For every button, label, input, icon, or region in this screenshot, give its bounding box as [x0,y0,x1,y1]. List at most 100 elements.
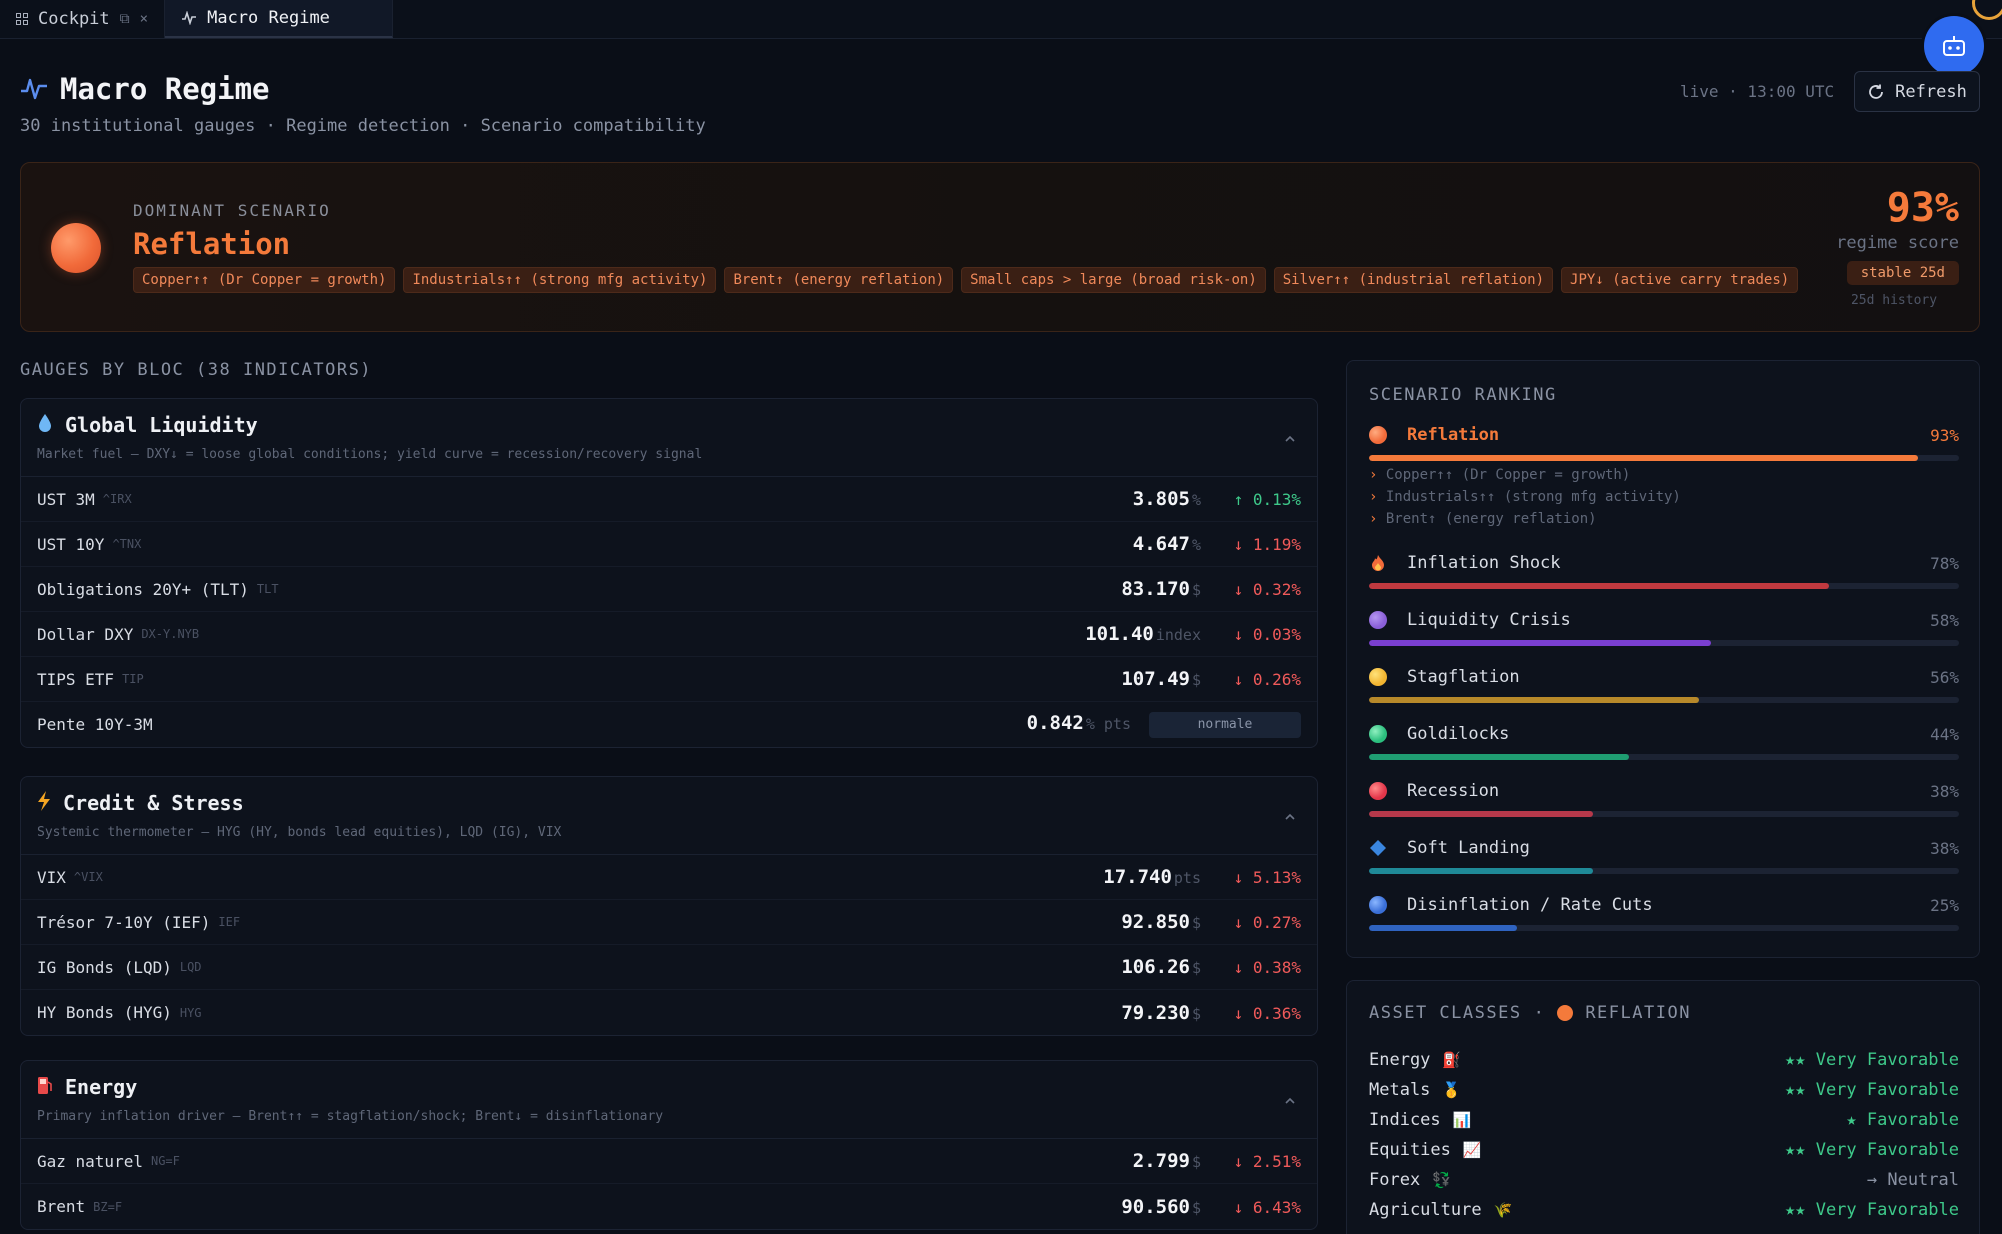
asset-classes-scenario: REFLATION [1585,1003,1691,1023]
pulse-icon [182,11,197,25]
dominant-label: DOMINANT SCENARIO [133,201,331,220]
gauge-ticker: NG=F [150,1154,180,1168]
scenario-item[interactable]: Disinflation / Rate Cuts 25% [1369,893,1959,931]
scenario-item[interactable]: Recession 38% [1369,779,1959,817]
gauge-row[interactable]: Gaz naturel NG=F 2.799 $ ↓ 2.51% [21,1139,1317,1184]
scenario-item[interactable]: Reflation 93% › Copper↑↑ (Dr Copper = grow… [1369,423,1959,527]
gauge-row[interactable]: UST 3M ^IRX 3.805% ↑ 0.13% [21,477,1317,522]
gauge-ticker: ^TNX [112,537,142,551]
gauge-row[interactable]: UST 10Y ^TNX 4.647% ↓ 1.19% [21,522,1317,567]
bloc-header[interactable]: Energy Primary inflation driver — Brent↑↑… [21,1061,1317,1139]
history-label: 25d history [1850,293,1938,308]
gauge-row[interactable]: TIPS ETF TIP 107.49 $ ↓ 0.26% [21,657,1317,702]
gauge-row[interactable]: Pente 10Y-3M 0.842% pts normale [21,702,1317,747]
tab-bar: Cockpit ⧉ × Macro Regime [0,0,2002,39]
asset-class-icon: 💱 [1432,1171,1451,1189]
scenario-ranking-panel: SCENARIO RANKING Reflation 93% › Copper↑↑ … [1346,360,1980,958]
bloc-title: Credit & Stress [63,791,244,815]
bloc-title-row: Credit & Stress [37,791,1301,815]
asset-class-rating: ★★ Very Favorable [1785,1200,1959,1220]
gauge-ticker: ^IRX [102,492,132,506]
chevron-up-icon[interactable] [1283,431,1297,445]
scenario-name: Recession [1407,781,1500,801]
gauge-change: ↑ 0.13% [1233,490,1301,509]
bloc-header[interactable]: Credit & Stress Systemic thermometer — HY… [21,777,1317,855]
asset-class-row[interactable]: Equities 📈 ★★ Very Favorable [1369,1137,1959,1163]
bloc-header[interactable]: Global Liquidity Market fuel — DXY↓ = loo… [21,399,1317,477]
dominant-scenario-panel: DOMINANT SCENARIO Reflation Copper↑↑ (Dr… [20,162,1980,332]
scenario-row: Disinflation / Rate Cuts 25% [1369,893,1959,917]
gauge-ticker: LQD [179,960,202,974]
regime-score: 93% regime score stable 25d 25d history [1829,185,1959,308]
tab-cockpit[interactable]: Cockpit ⧉ × [0,0,166,38]
gauge-value: 2.799 [1132,1150,1190,1172]
scenario-name: Soft Landing [1407,838,1530,858]
blue-orb-icon [1369,896,1387,914]
scenario-name: Inflation Shock [1407,553,1561,573]
external-link-icon[interactable]: ⧉ [120,11,130,27]
scenario-reason: › Brent↑ (energy reflation) [1369,511,1959,527]
gauge-row[interactable]: Obligations 20Y+ (TLT) TLT 83.170 $ ↓ 0.32% [21,567,1317,612]
gauge-values: 3.805% ↑ 0.13% [1133,488,1301,510]
bloc-description: Primary inflation driver — Brent↑↑ = sta… [37,1109,664,1124]
gauge-name: IG Bonds (LQD) [37,957,172,977]
close-icon[interactable]: × [140,11,148,27]
gauge-row[interactable]: VIX ^VIX 17.740 pts ↓ 5.13% [21,855,1317,900]
bloc-title: Global Liquidity [65,413,258,437]
asset-class-icon: 🥇 [1442,1081,1462,1099]
scenario-name: Liquidity Crisis [1407,610,1571,630]
gauge-row[interactable]: Trésor 7-10Y (IEF) IEF 92.850 $ ↓ 0.27% [21,900,1317,945]
scenario-item[interactable]: Inflation Shock 78% [1369,551,1959,589]
asset-class-icon: ⛽ [1442,1051,1462,1069]
gauge-row[interactable]: HY Bonds (HYG) HYG 79.230 $ ↓ 0.36% [21,990,1317,1035]
chevron-up-icon[interactable] [1283,1093,1297,1107]
gauge-unit: % [1191,536,1201,554]
refresh-label: Refresh [1895,81,1967,102]
scenario-bar-track [1369,455,1959,461]
tab-macro-regime[interactable]: Macro Regime [165,0,394,38]
gauge-name: Gaz naturel [37,1151,143,1171]
signal-tag: Small caps > large (broad risk-on) [961,267,1266,293]
gauge-row[interactable]: Dollar DXY DX-Y.NYB 101.40 index ↓ 0.03% [21,612,1317,657]
scenario-row: Recession 38% [1369,779,1959,803]
pulse-icon [21,78,47,100]
scenario-pct: 58% [1930,610,1959,630]
lightning-icon [37,791,51,815]
scenario-bar-track [1369,583,1959,589]
asset-class-row[interactable]: Forex 💱 → Neutral [1369,1167,1959,1193]
scenario-item[interactable]: Goldilocks 44% [1369,722,1959,760]
scenario-item[interactable]: Soft Landing 38% [1369,836,1959,874]
gauge-ticker: DX-Y.NYB [141,627,200,641]
gauge-row[interactable]: Brent BZ=F 90.560 $ ↓ 6.43% [21,1184,1317,1229]
scenario-row: Stagflation 56% [1369,665,1959,689]
gauge-name: Pente 10Y-3M [37,715,153,734]
stable-badge: stable 25d [1846,261,1959,285]
asset-class-row[interactable]: Agriculture 🌾 ★★ Very Favorable [1369,1197,1959,1223]
chevron-up-icon[interactable] [1283,809,1297,823]
asset-class-row[interactable]: Energy ⛽ ★★ Very Favorable [1369,1047,1959,1073]
gauge-change: ↓ 1.19% [1233,535,1301,554]
gauge-ticker: TIP [122,672,144,686]
tab-label: Cockpit [38,9,110,29]
refresh-button[interactable]: Refresh [1854,71,1980,112]
scenario-reason-text: Industrials↑↑ (strong mfg activity) [1385,489,1681,505]
scenario-reason-text: Copper↑↑ (Dr Copper = growth) [1385,467,1631,483]
asset-class-row[interactable]: Indices 📊 ★ Favorable [1369,1107,1959,1133]
fuel-pump-icon [37,1075,53,1099]
scenario-name: Stagflation [1407,667,1520,687]
asset-class-row[interactable]: Metals 🥇 ★★ Very Favorable [1369,1077,1959,1103]
scenario-pct: 78% [1930,553,1959,573]
scenario-row: Inflation Shock 78% [1369,551,1959,575]
grid-icon [16,13,28,25]
scenario-item[interactable]: Stagflation 56% [1369,665,1959,703]
gauge-bloc: Energy Primary inflation driver — Brent↑↑… [20,1060,1318,1230]
scenario-bar-fill [1369,640,1712,646]
gauge-row[interactable]: IG Bonds (LQD) LQD 106.26 $ ↓ 0.38% [21,945,1317,990]
scenario-row: Reflation 93% [1369,423,1959,447]
scenario-bar-fill [1369,697,1700,703]
gauge-value: 0.842 [1026,711,1084,734]
assistant-bot-button[interactable] [1924,16,1984,76]
scenario-item[interactable]: Liquidity Crisis 58% [1369,608,1959,646]
scenario-bar-track [1369,754,1959,760]
gauge-change: ↓ 2.51% [1233,1152,1301,1171]
